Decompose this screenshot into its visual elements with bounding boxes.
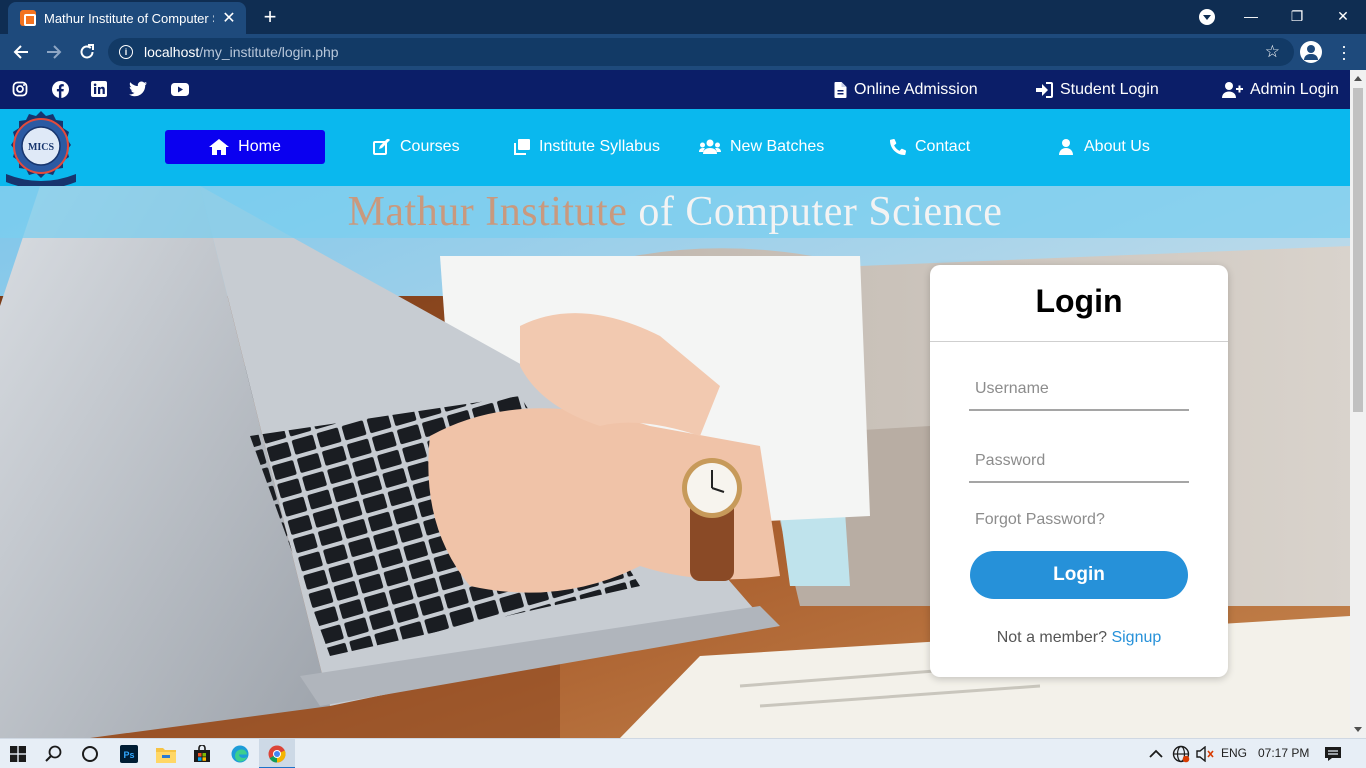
online-admission-link[interactable]: Online Admission [834, 79, 978, 101]
tab-close-icon[interactable]: ✕ [220, 9, 238, 27]
minimize-button[interactable]: — [1228, 0, 1274, 32]
address-toolbar: i localhost/my_institute/login.php ☆ [0, 34, 1366, 70]
document-icon [834, 82, 847, 98]
sign-in-icon [1036, 82, 1053, 98]
main-navbar: MICS Home Courses Institute Syllabus New… [0, 109, 1350, 186]
language-indicator[interactable]: ENG [1221, 746, 1247, 760]
back-icon[interactable] [9, 40, 33, 64]
windows-start-icon[interactable] [7, 743, 29, 765]
url-path: /my_institute/login.php [199, 44, 339, 60]
nav-institute-syllabus[interactable]: Institute Syllabus [513, 130, 660, 164]
nav-about-us-label: About Us [1084, 138, 1150, 155]
signup-prompt: Not a member? Signup [930, 629, 1228, 647]
hero-title: Mathur Institute of Computer Science [348, 188, 1003, 236]
close-window-button[interactable]: ✕ [1320, 0, 1366, 32]
browser-tab[interactable]: Mathur Institute of Computer Sci ✕ [8, 2, 246, 34]
nav-courses-label: Courses [400, 138, 460, 155]
home-icon [209, 139, 230, 155]
student-login-label: Student Login [1060, 81, 1159, 98]
hero-title-part2: of Computer Science [627, 189, 1003, 235]
browser-tab-strip: Mathur Institute of Computer Sci ✕ + — ❐… [0, 0, 1366, 34]
forward-icon[interactable] [42, 40, 66, 64]
institute-logo[interactable]: MICS [2, 110, 80, 186]
forgot-password-link[interactable]: Forgot Password? [975, 511, 1105, 529]
bookmark-star-icon[interactable]: ☆ [1265, 42, 1280, 62]
users-icon [699, 139, 721, 154]
hero-title-banner: Mathur Institute of Computer Science [0, 186, 1350, 238]
nav-courses[interactable]: Courses [373, 130, 460, 164]
store-icon[interactable] [191, 743, 213, 765]
nav-new-batches[interactable]: New Batches [699, 130, 824, 164]
nav-contact-label: Contact [915, 138, 971, 155]
chrome-icon[interactable] [266, 743, 288, 765]
copy-icon [514, 139, 530, 155]
phone-icon [890, 139, 906, 155]
photoshop-icon[interactable]: Ps [118, 743, 140, 765]
scroll-down-icon[interactable] [1354, 727, 1362, 732]
network-icon[interactable] [1170, 743, 1192, 765]
twitter-icon[interactable] [129, 80, 147, 98]
address-bar[interactable]: i localhost/my_institute/login.php ☆ [108, 38, 1294, 66]
tab-search-icon[interactable] [1199, 9, 1215, 25]
nav-institute-syllabus-label: Institute Syllabus [539, 138, 660, 155]
student-login-link[interactable]: Student Login [1036, 79, 1159, 101]
window-controls: — ❐ ✕ [1228, 0, 1366, 34]
nav-new-batches-label: New Batches [730, 138, 825, 155]
user-plus-icon [1222, 82, 1243, 98]
browser-menu-icon[interactable]: · · · [1337, 37, 1351, 67]
tab-title: Mathur Institute of Computer Sci [44, 10, 214, 26]
xampp-favicon-icon [20, 10, 36, 26]
login-divider [930, 341, 1228, 342]
nav-home[interactable]: Home [165, 130, 325, 164]
signup-link[interactable]: Signup [1111, 629, 1161, 646]
nav-about-us[interactable]: About Us [1057, 130, 1150, 164]
nav-home-label: Home [238, 138, 281, 155]
top-contact-bar: Online Admission Student Login Admin Log… [0, 70, 1350, 109]
restore-button[interactable]: ❐ [1274, 0, 1320, 32]
edit-icon [373, 139, 390, 155]
logo-text: MICS [28, 142, 55, 153]
nav-contact[interactable]: Contact [890, 130, 970, 164]
profile-avatar-icon[interactable] [1300, 41, 1322, 63]
volume-muted-icon[interactable] [1194, 743, 1216, 765]
login-form: Login Forgot Password? Login Not a membe… [930, 265, 1228, 677]
notifications-icon[interactable] [1322, 743, 1344, 765]
user-icon [1059, 139, 1073, 155]
not-member-text: Not a member? [996, 629, 1112, 646]
login-button[interactable]: Login [970, 551, 1188, 599]
username-input[interactable] [969, 369, 1189, 411]
instagram-icon[interactable] [11, 80, 29, 98]
scroll-up-icon[interactable] [1354, 76, 1362, 81]
admin-login-label: Admin Login [1250, 81, 1339, 98]
search-icon[interactable] [43, 743, 65, 765]
hero-section: Mathur Institute of Computer Science Log… [0, 186, 1350, 738]
linkedin-icon[interactable] [90, 80, 108, 98]
facebook-icon[interactable] [51, 80, 69, 98]
url-host: localhost [144, 44, 200, 60]
password-input[interactable] [969, 441, 1189, 483]
edge-icon[interactable] [229, 743, 251, 765]
reload-icon[interactable] [75, 40, 99, 64]
new-tab-button[interactable]: + [258, 4, 282, 29]
youtube-icon[interactable] [171, 80, 189, 98]
site-info-icon[interactable]: i [119, 45, 133, 59]
clock[interactable]: 07:17 PM [1258, 746, 1309, 760]
file-explorer-icon[interactable] [155, 743, 177, 765]
svg-text:Ps: Ps [123, 750, 134, 760]
web-page: Online Admission Student Login Admin Log… [0, 70, 1350, 738]
online-admission-label: Online Admission [854, 81, 978, 98]
page-scrollbar[interactable] [1350, 70, 1366, 738]
windows-taskbar: Ps ENG 07:17 PM [0, 738, 1366, 768]
admin-login-link[interactable]: Admin Login [1222, 79, 1339, 101]
show-hidden-icons-icon[interactable] [1145, 743, 1167, 765]
login-heading: Login [1035, 283, 1123, 319]
hero-title-part1: Mathur Institute [347, 189, 628, 235]
scroll-thumb[interactable] [1353, 88, 1363, 412]
cortana-icon[interactable] [79, 743, 101, 765]
